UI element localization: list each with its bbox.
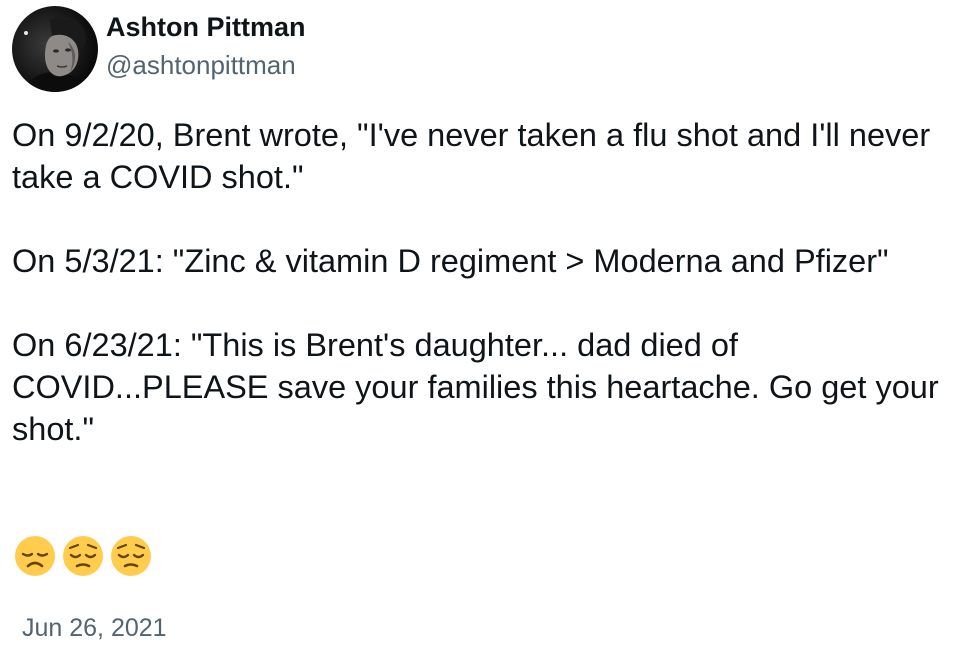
avatar-photo-icon [12, 6, 98, 92]
tweet-text: On 9/2/20, Brent wrote, "I've never take… [12, 114, 952, 492]
display-name[interactable]: Ashton Pittman [106, 10, 306, 44]
disappointed-face-emoji-icon [15, 536, 55, 576]
tweet-paragraph: On 5/3/21: "Zinc & vitamin D regiment > … [12, 243, 889, 279]
tweet-paragraph: On 6/23/21: "This is Brent's daughter...… [12, 327, 939, 447]
tweet-header: Ashton Pittman @ashtonpittman [12, 6, 306, 92]
emoji-row [14, 535, 152, 577]
author-names: Ashton Pittman @ashtonpittman [106, 10, 306, 82]
pensive-face-emoji-icon [63, 536, 103, 576]
user-handle[interactable]: @ashtonpittman [106, 48, 306, 82]
pensive-face-emoji-icon [111, 536, 151, 576]
tweet-card: Ashton Pittman @ashtonpittman On 9/2/20,… [0, 0, 962, 651]
avatar[interactable] [12, 6, 98, 92]
tweet-paragraph: On 9/2/20, Brent wrote, "I've never take… [12, 117, 931, 195]
tweet-timestamp[interactable]: Jun 26, 2021 [22, 612, 167, 644]
